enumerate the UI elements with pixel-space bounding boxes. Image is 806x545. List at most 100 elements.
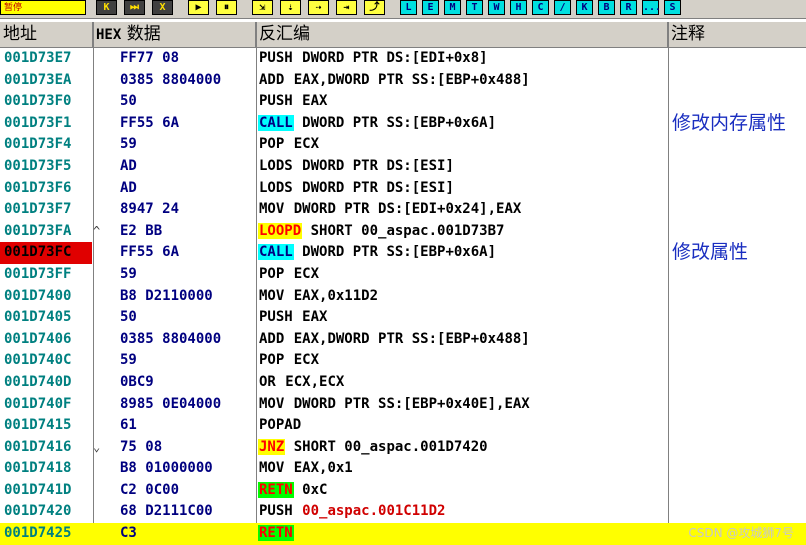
disasm-row[interactable]: 001D73F7 8947 24 MOV DWORD PTR DS:[EDI+0x2… xyxy=(0,199,806,221)
column-address[interactable]: 地址 xyxy=(0,22,93,47)
disasm-row[interactable]: 001D7405 50 PUSH EAX xyxy=(0,307,806,329)
disasm-row[interactable]: 001D7406 0385 8804000 ADD EAX,DWORD PTR SS… xyxy=(0,329,806,351)
toolbar-button[interactable]: / xyxy=(554,0,571,15)
row-operands: DWORD PTR SS:[EBP+0x6A] xyxy=(302,244,497,261)
disasm-row[interactable]: 001D73F5 AD LODS DWORD PTR DS:[ESI] xyxy=(0,156,806,178)
toolbar-button[interactable]: E xyxy=(422,0,439,15)
disasm-row[interactable]: 001D73FC FF55 6A CALL DWORD PTR SS:[EBP+0x… xyxy=(0,242,806,264)
row-address: 001D73FC xyxy=(0,242,92,264)
row-mnemonic: POPAD xyxy=(259,417,302,434)
disassembly-list: 001D73E7 FF77 08 PUSH DWORD PTR DS:[EDI+0x… xyxy=(0,48,806,545)
row-hex: AD xyxy=(120,157,137,174)
jump-arrow-icon xyxy=(93,242,111,264)
toolbar-button[interactable]: M xyxy=(444,0,461,15)
row-mnemonic: POP xyxy=(259,136,285,153)
disasm-row[interactable]: 001D7418 B8 01000000 MOV EAX,0x1 xyxy=(0,458,806,480)
row-operands: 00_aspac.001C11D2 xyxy=(302,503,446,520)
toolbar-button[interactable]: W xyxy=(488,0,505,15)
disasm-row[interactable]: 001D73FA ^ E2 BB LOOPD SHORT 00_aspac.001D7… xyxy=(0,221,806,243)
disasm-row[interactable]: 001D73F0 50 PUSH EAX xyxy=(0,91,806,113)
toolbar-button[interactable]: C xyxy=(532,0,549,15)
toolbar-button[interactable]: R xyxy=(620,0,637,15)
toolbar-button[interactable]: ▶ xyxy=(188,0,209,15)
row-address: 001D740C xyxy=(4,352,72,369)
row-operands: EAX xyxy=(302,93,328,110)
disasm-row[interactable]: 001D741D C2 0C00 RETN 0xC xyxy=(0,480,806,502)
disasm-row[interactable]: 001D7420 68 D2111C00 PUSH 00_aspac.001C11D… xyxy=(0,501,806,523)
row-comment xyxy=(672,372,806,394)
row-mnemonic: MOV xyxy=(259,395,285,412)
row-address: 001D7418 xyxy=(4,460,72,477)
column-comment[interactable]: 注释 xyxy=(668,22,806,47)
row-operands: EAX,0x11D2 xyxy=(293,287,379,304)
toolbar-button[interactable]: ⤴ xyxy=(364,0,385,15)
row-mnemonic: POP xyxy=(259,352,285,369)
disasm-row[interactable]: 001D73F1 FF55 6A CALL DWORD PTR SS:[EBP+0x… xyxy=(0,112,806,135)
row-hex: 0BC9 xyxy=(120,373,154,390)
row-mnemonic: LOOPD xyxy=(258,222,303,239)
toolbar-button[interactable]: T xyxy=(466,0,483,15)
jump-arrow-icon xyxy=(93,70,111,92)
toolbar-button[interactable]: S xyxy=(664,0,681,15)
row-operands: DWORD PTR SS:[EBP+0x6A] xyxy=(302,114,497,131)
row-address: 001D7415 xyxy=(4,417,72,434)
jump-arrow-icon xyxy=(93,134,111,156)
disasm-row[interactable]: 001D740D 0BC9 OR ECX,ECX xyxy=(0,372,806,394)
disasm-row[interactable]: 001D73FF 59 POP ECX xyxy=(0,264,806,286)
toolbar-button[interactable]: ⇥ xyxy=(336,0,357,15)
row-hex: C2 0C00 xyxy=(120,481,180,498)
row-operands: 0xC xyxy=(302,481,328,498)
row-operands: DWORD PTR DS:[ESI] xyxy=(302,179,454,196)
disasm-row[interactable]: 001D73F6 AD LODS DWORD PTR DS:[ESI] xyxy=(0,178,806,200)
watermark: CSDN @攻城狮7号 xyxy=(688,526,794,540)
disasm-row[interactable]: 001D73EA 0385 8804000 ADD EAX,DWORD PTR SS… xyxy=(0,70,806,92)
row-comment xyxy=(672,221,806,243)
disasm-row[interactable]: 001D7400 B8 D2110000 MOV EAX,0x11D2 xyxy=(0,286,806,308)
toolbar-button[interactable]: ⇲ xyxy=(252,0,273,15)
toolbar-button[interactable]: ⇢ xyxy=(308,0,329,15)
row-address: 001D7406 xyxy=(4,330,72,347)
jump-arrow-icon xyxy=(93,394,111,416)
toolbar-button[interactable]: ⇣ xyxy=(280,0,301,15)
toolbar-button[interactable]: L xyxy=(400,0,417,15)
toolbar-button[interactable]: X xyxy=(152,0,173,15)
row-hex: FF55 6A xyxy=(120,114,180,131)
row-disasm: PUSH DWORD PTR DS:[EDI+0x8] xyxy=(258,48,668,70)
toolbar-button[interactable]: K xyxy=(96,0,117,15)
disasm-row[interactable]: 001D740C 59 POP ECX xyxy=(0,350,806,372)
disasm-row[interactable]: 001D7415 61 POPAD xyxy=(0,415,806,437)
toolbar-button[interactable]: ⏭ xyxy=(124,0,145,15)
row-disasm: POP ECX xyxy=(258,350,668,372)
row-hex: C3 xyxy=(120,525,137,542)
row-hex: 0385 8804000 xyxy=(120,71,222,88)
jump-arrow-icon xyxy=(93,523,111,545)
disasm-row[interactable]: 001D73F4 59 POP ECX xyxy=(0,134,806,156)
toolbar-button[interactable]: H xyxy=(510,0,527,15)
jump-arrow-icon xyxy=(93,307,111,329)
toolbar-button[interactable]: ⏸ xyxy=(216,0,237,15)
toolbar-button[interactable]: ... xyxy=(642,0,661,15)
row-address: 001D73FA xyxy=(4,222,72,239)
row-disasm: RETN xyxy=(258,523,668,545)
row-disasm: ADD EAX,DWORD PTR SS:[EBP+0x488] xyxy=(258,70,668,92)
toolbar-button[interactable]: K xyxy=(576,0,593,15)
disasm-row[interactable]: 001D73E7 FF77 08 PUSH DWORD PTR DS:[EDI+0x… xyxy=(0,48,806,70)
row-mnemonic: ADD xyxy=(259,330,285,347)
column-hex[interactable]: HEX 数据 xyxy=(93,22,256,47)
row-mnemonic: LODS xyxy=(259,179,293,196)
row-hex: 59 xyxy=(120,265,137,282)
row-address: 001D73F7 xyxy=(4,201,72,218)
row-disasm: POP ECX xyxy=(258,264,668,286)
row-operands: ECX xyxy=(293,265,320,282)
row-operands: EAX,DWORD PTR SS:[EBP+0x488] xyxy=(293,71,530,88)
disasm-row[interactable]: 001D740F 8985 0E04000 MOV DWORD PTR SS:[EB… xyxy=(0,394,806,416)
row-operands: EAX,0x1 xyxy=(293,460,353,477)
toolbar-button[interactable]: B xyxy=(598,0,615,15)
row-address: 001D7405 xyxy=(4,309,72,326)
row-address: 001D7420 xyxy=(4,503,72,520)
disasm-row[interactable]: 001D7425 C3 RETN xyxy=(0,523,806,545)
jump-arrow-icon xyxy=(93,372,111,394)
disasm-row[interactable]: 001D7416 ⌄ 75 08 JNZ SHORT 00_aspac.001D742… xyxy=(0,437,806,459)
column-disasm[interactable]: 反汇编 xyxy=(256,22,668,47)
row-disasm: POPAD xyxy=(258,415,668,437)
